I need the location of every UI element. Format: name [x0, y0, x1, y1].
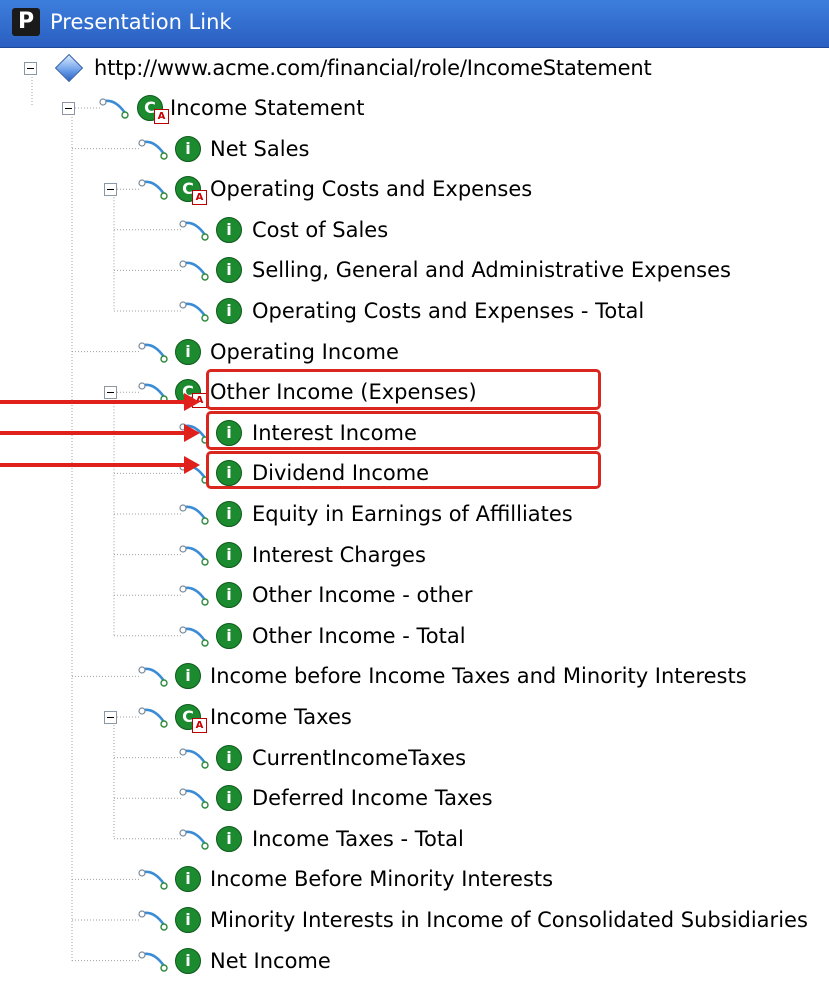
relationship-link-icon — [179, 504, 209, 525]
tree-node-row[interactable]: i Other Income - Total — [0, 616, 829, 656]
tree-node-label: Net Income — [210, 948, 331, 973]
tree-node-label: Income Taxes - Total — [252, 826, 464, 851]
arrow-other-income — [0, 393, 200, 411]
relationship-link-icon — [179, 626, 209, 647]
highlight-box-other-income — [206, 369, 601, 410]
item-element-icon: i — [216, 541, 242, 568]
relationship-link-icon — [138, 179, 168, 200]
window-title: Presentation Link — [50, 10, 232, 34]
tree-node-row[interactable]: i Income Before Minority Interests — [0, 859, 829, 899]
relationship-link-icon — [179, 585, 209, 606]
relationship-link-icon — [138, 869, 168, 891]
collapse-toggle-icon[interactable] — [62, 102, 75, 115]
item-element-icon: i — [216, 257, 242, 284]
tree-node-row[interactable]: i Interest Charges — [0, 535, 829, 575]
item-element-icon: i — [175, 135, 201, 162]
collapse-toggle-icon[interactable] — [24, 62, 37, 75]
tree-node-row[interactable]: i Cost of Sales — [0, 210, 829, 250]
tree-node-label: Other Income - Total — [252, 623, 466, 648]
relationship-link-icon — [179, 220, 209, 241]
relationship-link-icon — [138, 950, 168, 972]
item-element-icon: i — [216, 582, 242, 609]
item-element-icon: i — [216, 825, 242, 852]
item-element-icon: i — [175, 907, 201, 933]
tree-root-label: http://www.acme.com/financial/role/Incom… — [94, 56, 652, 80]
arrow-dividend-income — [0, 456, 200, 474]
item-element-icon: i — [175, 866, 201, 893]
relationship-link-icon — [179, 301, 209, 322]
tree-root-row[interactable]: http://www.acme.com/financial/role/Incom… — [0, 48, 829, 88]
abstract-element-icon: CA — [175, 704, 207, 733]
tree-node-label: CurrentIncomeTaxes — [252, 745, 467, 770]
presentation-icon: P — [12, 8, 40, 36]
item-element-icon: i — [216, 622, 242, 649]
abstract-badge-icon: A — [192, 190, 207, 206]
tree-node-label: Income Taxes — [210, 705, 352, 729]
tree-node-label: Operating Costs and Expenses - Total — [252, 299, 645, 323]
tree-node-row[interactable]: i Net Sales — [0, 129, 829, 169]
tree-node-row[interactable]: i Operating Income — [0, 332, 829, 372]
relationship-link-icon — [138, 910, 168, 931]
tree-node-row[interactable]: i Other Income - other — [0, 575, 829, 615]
arrow-interest-income — [0, 424, 200, 442]
item-element-icon: i — [216, 216, 242, 243]
tree-node-label: Selling, General and Administrative Expe… — [252, 258, 731, 283]
tree-node-label: Interest Charges — [252, 542, 426, 567]
tree-node-row[interactable]: i Income before Income Taxes and Minority… — [0, 656, 829, 696]
tree-node-label: Minority Interests in Income of Consolid… — [210, 908, 808, 932]
tree-node-label: Equity in Earnings of Affilliates — [252, 502, 573, 526]
item-element-icon: i — [216, 744, 242, 771]
relationship-link-icon — [179, 260, 209, 282]
highlight-box-interest-income — [206, 411, 601, 450]
relationship-link-icon — [99, 98, 129, 119]
tree-node-label: Income Before Minority Interests — [210, 867, 554, 892]
tree-node-row[interactable]: C A Income Taxes — [0, 697, 829, 737]
tree-node-row[interactable]: i CurrentIncomeTaxes — [0, 738, 829, 778]
tree-node-label: Operating Costs and Expenses — [210, 177, 533, 202]
tree-node-label: Income before Income Taxes and Minority … — [210, 664, 747, 689]
item-element-icon: i — [216, 298, 242, 324]
relationship-link-icon — [179, 829, 209, 850]
relationship-link-icon — [138, 666, 168, 688]
collapse-toggle-icon[interactable] — [104, 386, 117, 400]
tree-node-row[interactable]: C A Operating Costs and Expenses — [0, 169, 829, 209]
tree-node-row[interactable]: i Selling, General and Administrative Exp… — [0, 250, 829, 290]
collapse-toggle-icon[interactable] — [104, 711, 117, 724]
item-element-icon: i — [175, 338, 201, 365]
tree-node-label: Other Income - other — [252, 583, 473, 608]
tree-node-row[interactable]: C A Income Statement — [0, 88, 829, 128]
tree-node-label: Net Sales — [210, 136, 310, 161]
relationship-link-icon — [179, 788, 209, 809]
tree-node-row[interactable]: i Minority Interests in Income of Consoli… — [0, 900, 829, 940]
abstract-badge-icon: A — [192, 718, 207, 733]
relationship-link-icon — [138, 341, 168, 363]
relationship-link-icon — [138, 138, 168, 160]
tree-node-row[interactable]: i Net Income — [0, 941, 829, 981]
item-element-icon: i — [175, 663, 201, 690]
tree-node-row[interactable]: i Equity in Earnings of Affilliates — [0, 494, 829, 534]
tree-node-label: Deferred Income Taxes — [252, 786, 493, 811]
tree-node-row[interactable]: i Operating Costs and Expenses - Total — [0, 291, 829, 331]
item-element-icon: i — [216, 501, 242, 527]
abstract-element-icon: CA — [175, 176, 207, 206]
tree-node-label: Cost of Sales — [252, 217, 389, 242]
relationship-link-icon — [138, 707, 168, 728]
tree-node-label: Operating Income — [210, 339, 399, 364]
collapse-toggle-icon[interactable] — [104, 183, 117, 197]
tree-node-label: Income Statement — [170, 96, 365, 120]
tree-node-row[interactable]: i Income Taxes - Total — [0, 819, 829, 859]
relationship-link-icon — [179, 544, 209, 566]
abstract-badge-icon: A — [154, 109, 169, 124]
relationship-link-icon — [179, 747, 209, 769]
window-titlebar: P Presentation Link — [0, 0, 829, 48]
tree-node-row[interactable]: i Deferred Income Taxes — [0, 778, 829, 818]
abstract-element-icon: CA — [137, 95, 169, 124]
diamond-icon — [54, 53, 84, 83]
presentation-tree: http://www.acme.com/financial/role/Incom… — [0, 47, 829, 978]
item-element-icon: i — [175, 947, 201, 974]
item-element-icon: i — [216, 785, 242, 812]
highlight-box-dividend-income — [206, 451, 601, 489]
